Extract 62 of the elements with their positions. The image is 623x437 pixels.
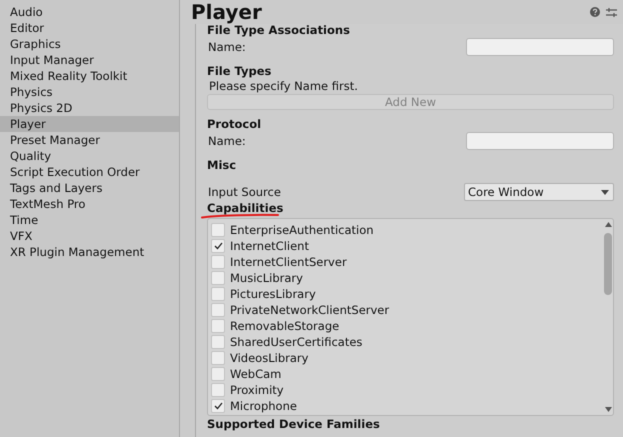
input-field[interactable] xyxy=(466,132,614,150)
dropdown-arrow-icon xyxy=(601,190,609,194)
dropdown[interactable]: Core Window xyxy=(464,183,614,201)
checkbox-label: PicturesLibrary xyxy=(230,287,316,301)
checkbox[interactable] xyxy=(211,399,225,413)
section-heading: File Type Associations xyxy=(207,24,351,37)
sidebar-item[interactable]: Mixed Reality Toolkit xyxy=(0,68,179,84)
section-heading: File Types xyxy=(207,65,272,78)
window-title: Player xyxy=(191,0,263,24)
sidebar-item[interactable]: VFX xyxy=(0,228,179,244)
checkbox-label: RemovableStorage xyxy=(230,319,340,333)
checkbox-label: InternetClient xyxy=(230,239,309,253)
scrollbar-thumb[interactable] xyxy=(604,233,612,295)
sidebar-item[interactable]: Editor xyxy=(0,20,179,36)
checkbox-label: Proximity xyxy=(230,383,284,397)
checkbox[interactable] xyxy=(211,271,225,285)
checkbox[interactable] xyxy=(211,239,225,253)
sidebar-item[interactable]: Time xyxy=(0,212,179,228)
checkbox[interactable] xyxy=(211,303,225,317)
section-heading: Supported Device Families xyxy=(207,418,381,430)
section-heading: Protocol xyxy=(207,118,262,131)
checkbox[interactable] xyxy=(211,319,225,333)
sidebar-item[interactable]: Audio xyxy=(0,4,179,20)
sidebar-item[interactable]: Graphics xyxy=(0,36,179,52)
scroll-up-icon[interactable] xyxy=(604,222,612,227)
checkbox[interactable] xyxy=(211,335,225,349)
checkbox-label: PrivateNetworkClientServer xyxy=(230,303,390,317)
sidebar-item[interactable]: Preset Manager xyxy=(0,132,179,148)
sidebar-item[interactable]: Player xyxy=(0,116,179,132)
field-label: Input Source xyxy=(207,185,281,199)
checkbox[interactable] xyxy=(211,351,225,365)
checkmark-icon xyxy=(214,242,222,250)
input-field[interactable] xyxy=(466,38,614,56)
info-text: Please specify Name first. xyxy=(208,78,359,94)
checkbox-label: Microphone xyxy=(230,399,297,413)
field-label: Name: xyxy=(207,134,246,148)
checkbox[interactable] xyxy=(211,223,225,237)
checkbox-label: EnterpriseAuthentication xyxy=(230,223,374,237)
checkbox[interactable] xyxy=(211,255,225,269)
scroll-down-icon[interactable] xyxy=(604,407,612,412)
checkbox-label: InternetClientServer xyxy=(230,255,347,269)
checkbox-label: SharedUserCertificates xyxy=(230,335,362,349)
field-label: Name: xyxy=(207,40,246,54)
sidebar-item[interactable]: Quality xyxy=(0,148,179,164)
checkbox-label: WebCam xyxy=(230,367,282,381)
section-heading: Capabilities xyxy=(207,202,284,215)
sidebar-item[interactable]: Script Execution Order xyxy=(0,164,179,180)
sidebar-item[interactable]: Input Manager xyxy=(0,52,179,68)
sidebar-item[interactable]: XR Plugin Management xyxy=(0,244,179,260)
checkmark-icon xyxy=(214,402,222,410)
checkbox-label: MusicLibrary xyxy=(230,271,303,285)
sidebar-item[interactable]: TextMesh Pro xyxy=(0,196,179,212)
section-heading: Misc xyxy=(207,159,238,172)
checkbox[interactable] xyxy=(211,383,225,397)
sidebar-item[interactable]: Physics 2D xyxy=(0,100,179,116)
settings-sliders-icon[interactable] xyxy=(606,6,617,18)
sidebar-item[interactable]: Tags and Layers xyxy=(0,180,179,196)
help-icon[interactable] xyxy=(590,7,600,17)
checkbox[interactable] xyxy=(211,287,225,301)
sidebar-item[interactable]: Physics xyxy=(0,84,179,100)
checkbox[interactable] xyxy=(211,367,225,381)
checkbox-label: VideosLibrary xyxy=(230,351,308,365)
